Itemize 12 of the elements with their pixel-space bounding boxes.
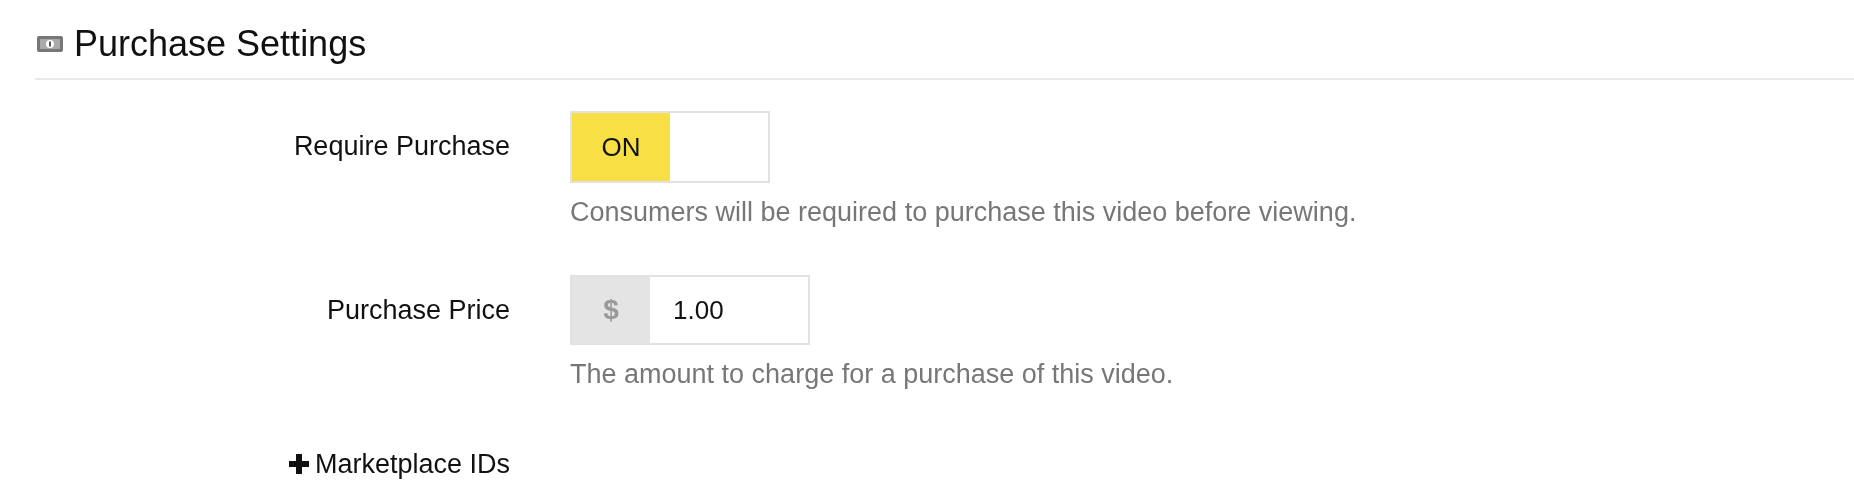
field-label: Purchase Price bbox=[326, 294, 510, 327]
money-icon bbox=[36, 35, 64, 53]
price-field[interactable]: $ 1.00 bbox=[570, 275, 810, 345]
toggle-switch[interactable]: ON bbox=[570, 111, 770, 183]
section-title: Purchase Settings bbox=[74, 22, 367, 66]
help-text: The amount to charge for a purchase of this video. bbox=[570, 358, 1174, 391]
currency-prefix: $ bbox=[572, 277, 650, 343]
plus-icon bbox=[288, 454, 309, 474]
help-text: Consumers will be required to purchase this video before viewing. bbox=[570, 196, 1357, 229]
field-label: Require Purchase bbox=[293, 130, 510, 163]
price-input[interactable]: 1.00 bbox=[650, 277, 808, 343]
marketplace-ids-toggle[interactable]: Marketplace IDs bbox=[288, 447, 510, 481]
